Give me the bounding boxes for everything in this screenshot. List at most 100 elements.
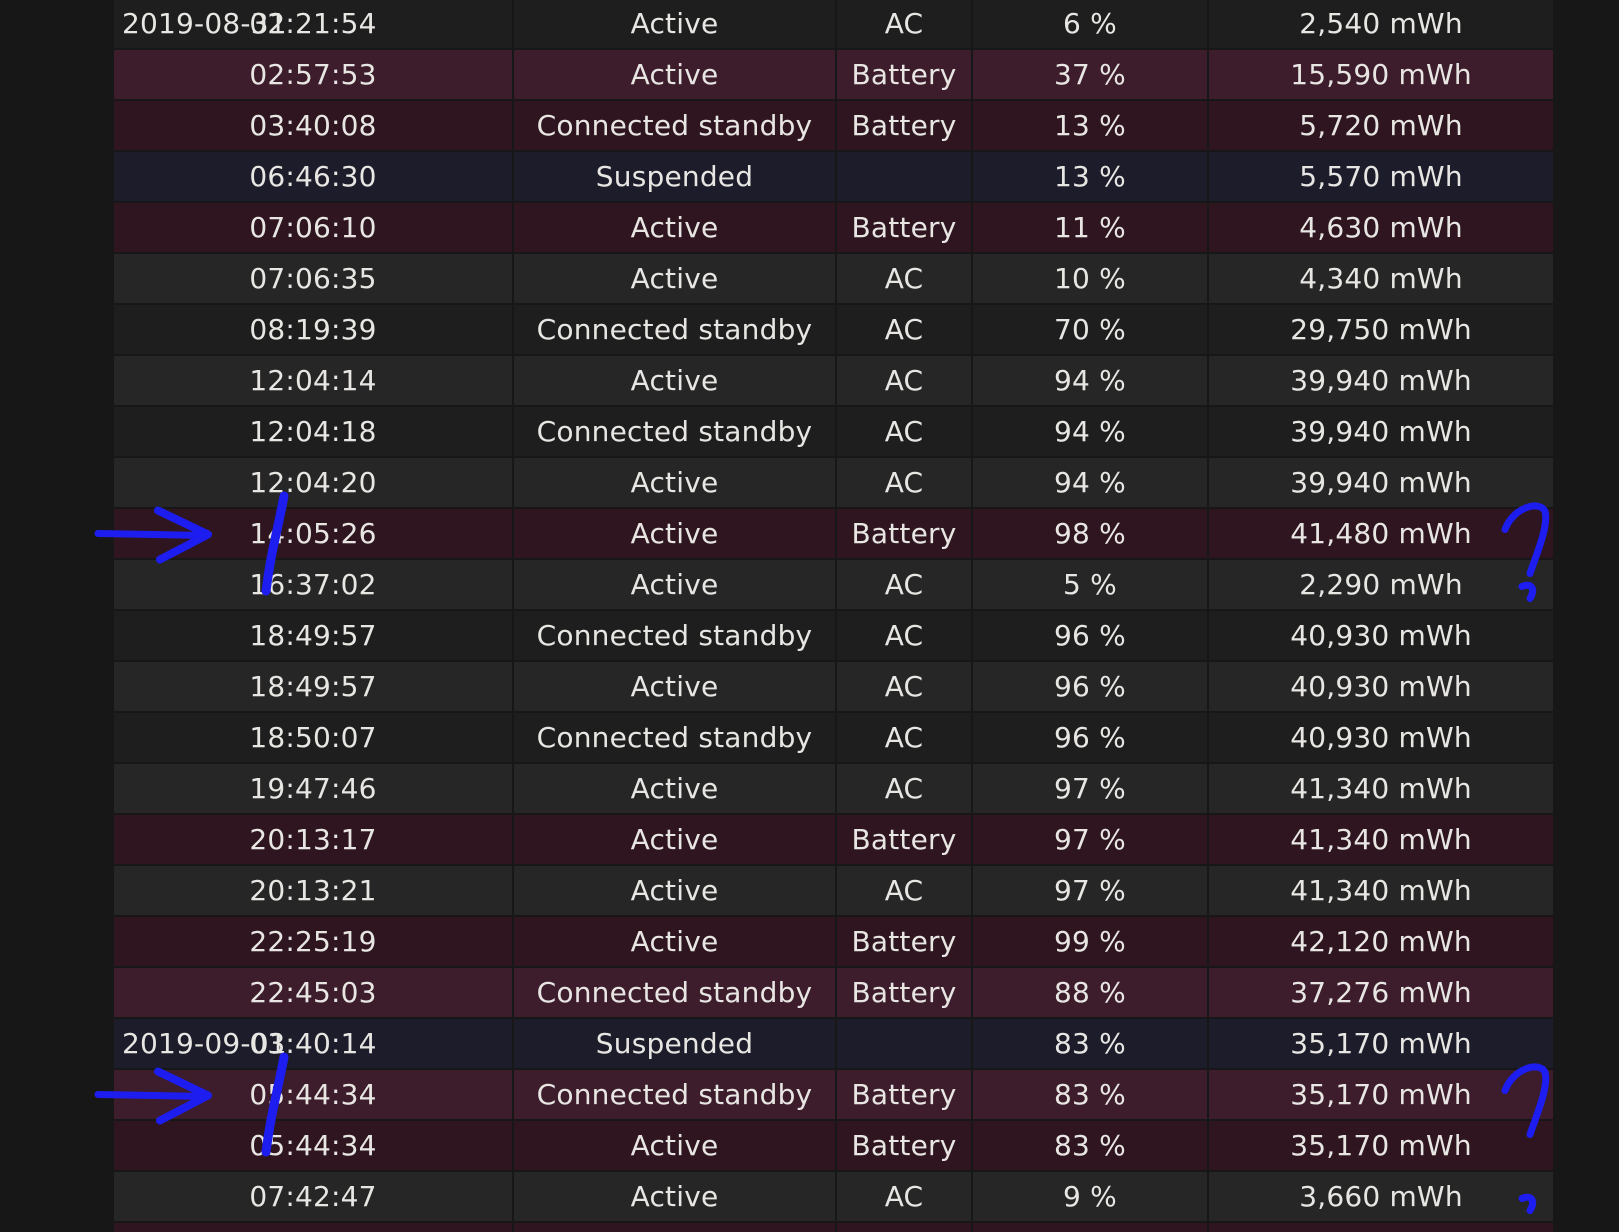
cell-datetime: 12:04:14 xyxy=(114,355,514,407)
cell-power-state: Connected standby xyxy=(513,304,837,356)
cell-date: 2019-08-31 xyxy=(122,7,287,40)
cell-power-state: Active xyxy=(513,814,837,866)
cell-power-state: Active xyxy=(513,1120,837,1172)
cell-power-state: Active xyxy=(513,661,837,713)
cell-capacity: 29,750 mWh xyxy=(1208,304,1553,356)
battery-report-page: 2019-08-31 02:21:54 Active AC 6 % 2,540 mWh 02… xyxy=(0,0,1619,1232)
cell-source: AC xyxy=(836,661,973,713)
cell-datetime: 18:50:07 xyxy=(114,712,514,764)
cell-capacity: 41,480 mWh xyxy=(1208,508,1553,560)
table-row[interactable]: 06:46:30 Suspended 13 % 5,570 mWh xyxy=(114,151,1553,203)
battery-usage-history-table: 2019-08-31 02:21:54 Active AC 6 % 2,540 mWh 02… xyxy=(114,0,1553,1232)
cell-time: 08:19:39 xyxy=(249,313,377,346)
table-row[interactable]: 22:45:03 Connected standby Battery 88 % 37,2… xyxy=(114,967,1553,1019)
cell-percent: 88 % xyxy=(972,967,1209,1019)
cell-power-state: Suspended xyxy=(513,1018,837,1070)
cell-source: Battery xyxy=(836,49,973,101)
cell-percent: 13 % xyxy=(972,100,1209,152)
table-row[interactable]: 07:06:35 Active AC 10 % 4,340 mWh xyxy=(114,253,1553,305)
table-row[interactable] xyxy=(114,1222,1553,1232)
table-row[interactable]: 14:05:26 Active Battery 98 % 41,480 mWh xyxy=(114,508,1553,560)
cell-power-state: Active xyxy=(513,202,837,254)
cell-time: 03:40:08 xyxy=(249,109,377,142)
cell-source: AC xyxy=(836,457,973,509)
cell-capacity: 3,660 mWh xyxy=(1208,1171,1553,1223)
table-row[interactable]: 18:49:57 Active AC 96 % 40,930 mWh xyxy=(114,661,1553,713)
table-row[interactable]: 08:19:39 Connected standby AC 70 % 29,750 mW… xyxy=(114,304,1553,356)
cell-source: AC xyxy=(836,304,973,356)
cell-source: AC xyxy=(836,1171,973,1223)
cell-percent: 83 % xyxy=(972,1018,1209,1070)
cell-percent: 83 % xyxy=(972,1120,1209,1172)
cell-datetime: 07:06:10 xyxy=(114,202,514,254)
cell-percent: 98 % xyxy=(972,508,1209,560)
cell-percent: 97 % xyxy=(972,763,1209,815)
cell-capacity: 5,570 mWh xyxy=(1208,151,1553,203)
usage-history-scroll-viewport[interactable]: 2019-08-31 02:21:54 Active AC 6 % 2,540 mWh 02… xyxy=(114,0,1553,1232)
table-row[interactable]: 2019-09-01 03:40:14 Suspended 83 % 35,170 mW… xyxy=(114,1018,1553,1070)
cell-percent: 6 % xyxy=(972,0,1209,50)
cell-datetime: 2019-08-31 02:21:54 xyxy=(114,0,514,50)
cell-datetime: 18:49:57 xyxy=(114,610,514,662)
cell-datetime: 16:37:02 xyxy=(114,559,514,611)
cell-date: 2019-09-01 xyxy=(122,1027,287,1060)
table-row[interactable]: 18:49:57 Connected standby AC 96 % 40,930 mW… xyxy=(114,610,1553,662)
cell-percent: 10 % xyxy=(972,253,1209,305)
usage-history-rows: 2019-08-31 02:21:54 Active AC 6 % 2,540 mWh 02… xyxy=(114,0,1553,1232)
cell-percent: 13 % xyxy=(972,151,1209,203)
cell-percent xyxy=(972,1222,1209,1232)
cell-capacity: 35,170 mWh xyxy=(1208,1120,1553,1172)
cell-datetime: 12:04:20 xyxy=(114,457,514,509)
cell-percent: 70 % xyxy=(972,304,1209,356)
cell-percent: 96 % xyxy=(972,610,1209,662)
cell-power-state: Active xyxy=(513,49,837,101)
cell-source xyxy=(836,151,973,203)
cell-power-state: Active xyxy=(513,253,837,305)
cell-source: Battery xyxy=(836,814,973,866)
table-row[interactable]: 18:50:07 Connected standby AC 96 % 40,930 mW… xyxy=(114,712,1553,764)
cell-power-state: Active xyxy=(513,0,837,50)
cell-capacity: 2,540 mWh xyxy=(1208,0,1553,50)
table-row[interactable]: 05:44:34 Active Battery 83 % 35,170 mWh xyxy=(114,1120,1553,1172)
cell-time: 18:49:57 xyxy=(249,619,377,652)
table-row[interactable]: 07:06:10 Active Battery 11 % 4,630 mWh xyxy=(114,202,1553,254)
cell-capacity: 40,930 mWh xyxy=(1208,712,1553,764)
table-row[interactable]: 12:04:20 Active AC 94 % 39,940 mWh xyxy=(114,457,1553,509)
cell-capacity: 35,170 mWh xyxy=(1208,1069,1553,1121)
cell-power-state: Active xyxy=(513,763,837,815)
cell-time: 07:06:10 xyxy=(249,211,377,244)
table-row[interactable]: 05:44:34 Connected standby Battery 83 % 35,1… xyxy=(114,1069,1553,1121)
cell-capacity: 41,340 mWh xyxy=(1208,865,1553,917)
table-row[interactable]: 19:47:46 Active AC 97 % 41,340 mWh xyxy=(114,763,1553,815)
cell-time: 12:04:20 xyxy=(249,466,377,499)
cell-power-state: Connected standby xyxy=(513,406,837,458)
cell-source: Battery xyxy=(836,1120,973,1172)
table-row[interactable]: 20:13:17 Active Battery 97 % 41,340 mWh xyxy=(114,814,1553,866)
table-row[interactable]: 07:42:47 Active AC 9 % 3,660 mWh xyxy=(114,1171,1553,1223)
cell-source: AC xyxy=(836,865,973,917)
cell-time: 07:06:35 xyxy=(249,262,377,295)
cell-capacity: 2,290 mWh xyxy=(1208,559,1553,611)
table-row[interactable]: 20:13:21 Active AC 97 % 41,340 mWh xyxy=(114,865,1553,917)
table-row[interactable]: 03:40:08 Connected standby Battery 13 % 5,72… xyxy=(114,100,1553,152)
table-row[interactable]: 2019-08-31 02:21:54 Active AC 6 % 2,540 mWh xyxy=(114,0,1553,50)
cell-percent: 94 % xyxy=(972,355,1209,407)
table-row[interactable]: 12:04:14 Active AC 94 % 39,940 mWh xyxy=(114,355,1553,407)
cell-datetime: 12:04:18 xyxy=(114,406,514,458)
table-row[interactable]: 22:25:19 Active Battery 99 % 42,120 mWh xyxy=(114,916,1553,968)
cell-datetime: 05:44:34 xyxy=(114,1069,514,1121)
cell-percent: 99 % xyxy=(972,916,1209,968)
cell-datetime: 02:57:53 xyxy=(114,49,514,101)
cell-source: Battery xyxy=(836,100,973,152)
table-row[interactable]: 16:37:02 Active AC 5 % 2,290 mWh xyxy=(114,559,1553,611)
table-row[interactable]: 12:04:18 Connected standby AC 94 % 39,940 mW… xyxy=(114,406,1553,458)
cell-datetime: 20:13:21 xyxy=(114,865,514,917)
cell-capacity: 35,170 mWh xyxy=(1208,1018,1553,1070)
cell-source: AC xyxy=(836,0,973,50)
table-row[interactable]: 02:57:53 Active Battery 37 % 15,590 mWh xyxy=(114,49,1553,101)
cell-time: 16:37:02 xyxy=(249,568,377,601)
cell-time: 18:49:57 xyxy=(249,670,377,703)
cell-power-state: Active xyxy=(513,865,837,917)
cell-capacity: 5,720 mWh xyxy=(1208,100,1553,152)
cell-time: 20:13:21 xyxy=(249,874,377,907)
